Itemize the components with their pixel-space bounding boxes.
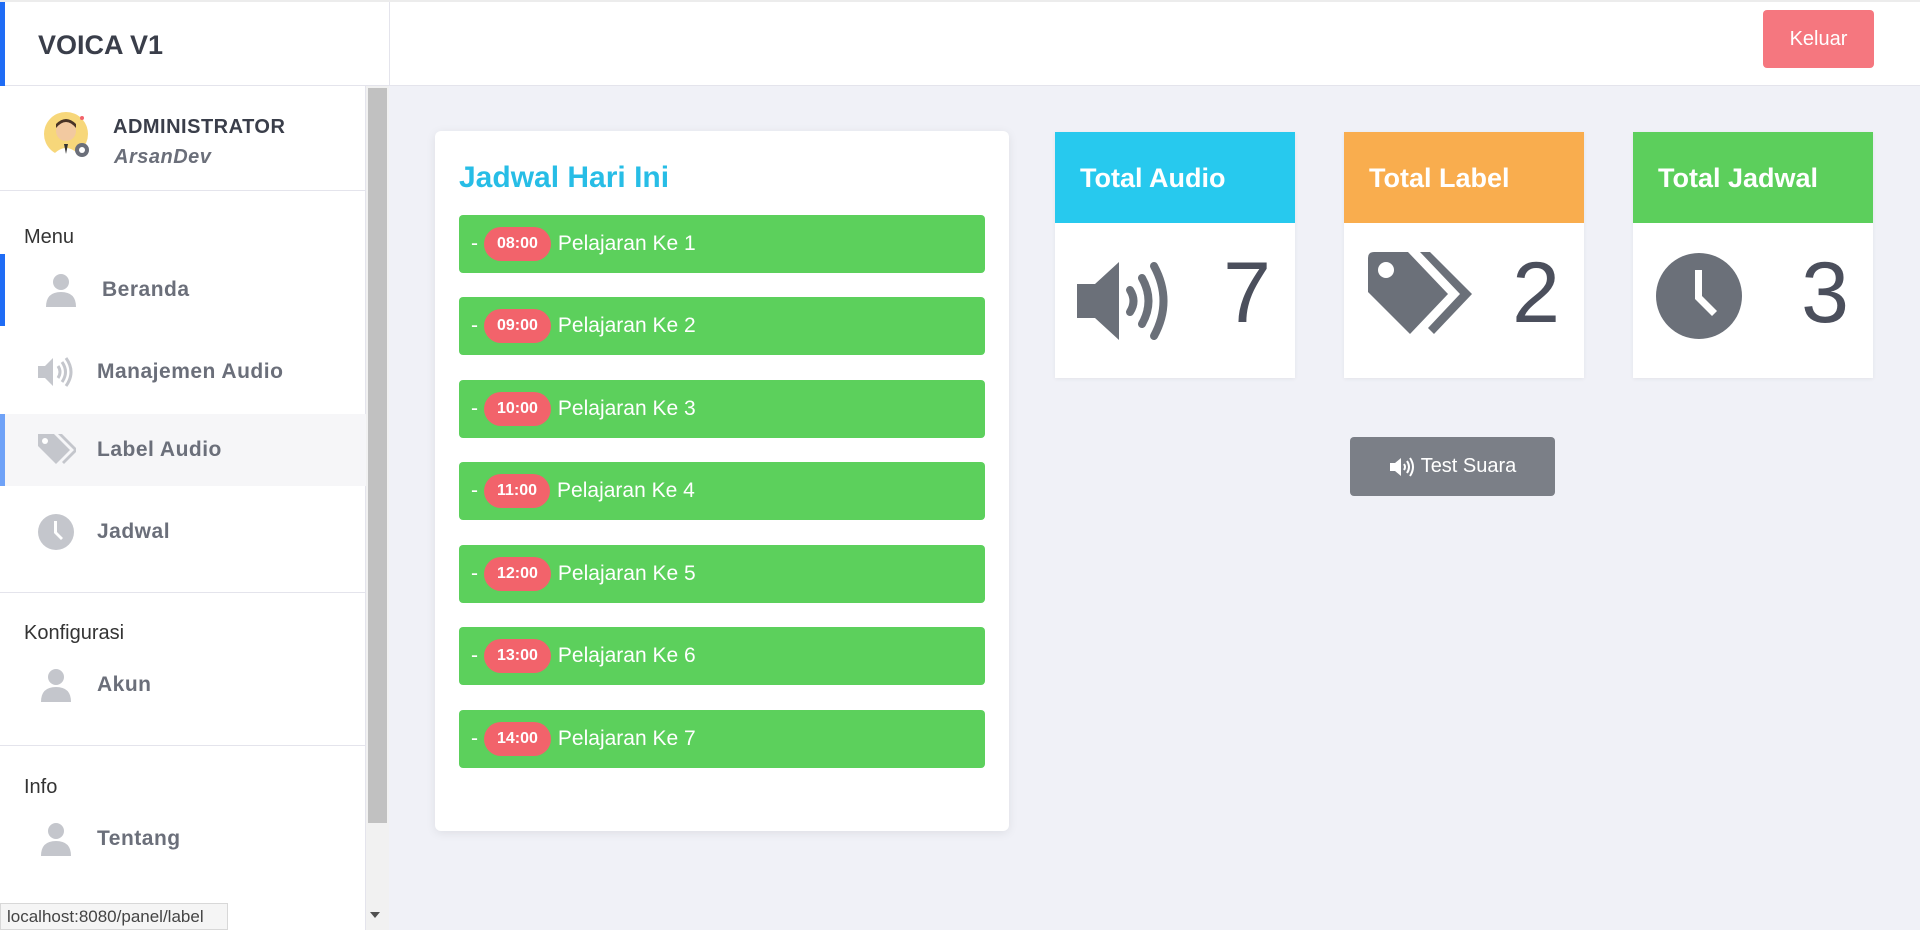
schedule-item[interactable]: - 11:00 Pelajaran Ke 4 bbox=[459, 462, 985, 520]
stat-total-jadwal: Total Jadwal 3 bbox=[1633, 132, 1873, 378]
stat-total-label: Total Label 2 bbox=[1344, 132, 1584, 378]
user-role: ADMINISTRATOR bbox=[113, 116, 286, 138]
schedule-label: Pelajaran Ke 2 bbox=[557, 314, 696, 337]
schedule-item[interactable]: - 13:00 Pelajaran Ke 6 bbox=[459, 627, 985, 685]
sidebar-item-beranda[interactable]: Beranda bbox=[0, 254, 366, 326]
sidebar-item-label: Akun bbox=[97, 673, 152, 696]
schedule-time-badge: 08:00 bbox=[484, 227, 551, 261]
volume-icon bbox=[1077, 262, 1168, 340]
schedule-label: Pelajaran Ke 5 bbox=[557, 562, 696, 585]
stat-title: Total Jadwal bbox=[1633, 132, 1873, 223]
sidebar-item-label: Tentang bbox=[97, 827, 181, 850]
user-profile: ADMINISTRATOR ArsanDev bbox=[0, 86, 366, 191]
app-title: VOICA V1 bbox=[38, 30, 164, 60]
sidebar: ADMINISTRATOR ArsanDev Menu Beranda Mana… bbox=[0, 86, 366, 930]
clock-icon bbox=[38, 514, 74, 550]
schedule-time-badge: 14:00 bbox=[484, 722, 551, 756]
schedule-label: Pelajaran Ke 6 bbox=[557, 644, 696, 667]
schedule-label: Pelajaran Ke 3 bbox=[557, 397, 696, 420]
schedule-dash: - bbox=[471, 727, 478, 750]
sidebar-item-manajemen-audio[interactable]: Manajemen Audio bbox=[0, 336, 366, 408]
schedule-dash: - bbox=[471, 562, 478, 585]
divider bbox=[0, 592, 366, 593]
schedule-dash: - bbox=[471, 314, 478, 337]
schedule-label: Pelajaran Ke 1 bbox=[557, 232, 696, 255]
logout-button[interactable]: Keluar bbox=[1763, 10, 1874, 68]
test-sound-button[interactable]: Test Suara bbox=[1350, 437, 1555, 496]
user-icon bbox=[41, 823, 71, 856]
test-sound-label: Test Suara bbox=[1420, 455, 1517, 477]
sidebar-item-jadwal[interactable]: Jadwal bbox=[0, 496, 366, 568]
stat-value: 3 bbox=[1801, 245, 1849, 341]
schedule-item[interactable]: - 12:00 Pelajaran Ke 5 bbox=[459, 545, 985, 603]
schedule-time-badge: 13:00 bbox=[484, 639, 551, 673]
sidebar-item-label: Manajemen Audio bbox=[97, 360, 284, 383]
schedule-time-badge: 10:00 bbox=[484, 392, 551, 426]
menu-section-title: Menu bbox=[24, 226, 75, 248]
schedule-title: Jadwal Hari Ini bbox=[459, 161, 670, 194]
volume-icon bbox=[1389, 456, 1414, 477]
stat-total-audio: Total Audio 7 bbox=[1055, 132, 1295, 378]
info-section-title: Info bbox=[24, 776, 58, 798]
sidebar-item-label: Jadwal bbox=[97, 520, 171, 543]
sidebar-item-tentang[interactable]: Tentang bbox=[0, 803, 366, 875]
scroll-down-arrow-icon[interactable] bbox=[370, 912, 380, 918]
divider bbox=[0, 745, 366, 746]
stat-title: Total Audio bbox=[1055, 132, 1295, 223]
browser-status-url: localhost:8080/panel/label bbox=[0, 903, 228, 930]
config-section-title: Konfigurasi bbox=[24, 622, 125, 644]
user-icon bbox=[41, 669, 71, 702]
sidebar-scroll-thumb[interactable] bbox=[368, 88, 387, 823]
clock-icon bbox=[1656, 253, 1742, 339]
stat-title: Total Label bbox=[1344, 132, 1584, 223]
stat-value: 2 bbox=[1512, 245, 1560, 341]
brand: VOICA V1 bbox=[0, 2, 390, 86]
schedule-card: Jadwal Hari Ini - 08:00 Pelajaran Ke 1 -… bbox=[435, 131, 1009, 831]
user-icon bbox=[46, 274, 76, 307]
schedule-time-badge: 09:00 bbox=[484, 309, 551, 343]
schedule-dash: - bbox=[471, 479, 478, 502]
schedule-dash: - bbox=[471, 232, 478, 255]
schedule-time-badge: 11:00 bbox=[484, 474, 551, 508]
sidebar-item-akun[interactable]: Akun bbox=[0, 649, 366, 721]
schedule-item[interactable]: - 10:00 Pelajaran Ke 3 bbox=[459, 380, 985, 438]
schedule-item[interactable]: - 14:00 Pelajaran Ke 7 bbox=[459, 710, 985, 768]
schedule-item[interactable]: - 08:00 Pelajaran Ke 1 bbox=[459, 215, 985, 273]
sidebar-item-label: Label Audio bbox=[97, 438, 222, 461]
sidebar-item-label-audio[interactable]: Label Audio bbox=[0, 414, 366, 486]
schedule-dash: - bbox=[471, 397, 478, 420]
stat-value: 7 bbox=[1223, 245, 1271, 341]
schedule-label: Pelajaran Ke 4 bbox=[557, 479, 695, 502]
top-bar: VOICA V1 Keluar bbox=[0, 0, 1920, 86]
username: ArsanDev bbox=[114, 146, 212, 168]
schedule-label: Pelajaran Ke 7 bbox=[557, 727, 696, 750]
sidebar-item-label: Beranda bbox=[102, 278, 190, 301]
avatar bbox=[44, 112, 89, 157]
tags-icon bbox=[1368, 252, 1472, 334]
schedule-dash: - bbox=[471, 644, 478, 667]
volume-icon bbox=[38, 357, 73, 387]
tags-icon bbox=[38, 434, 76, 464]
schedule-time-badge: 12:00 bbox=[484, 557, 551, 591]
schedule-item[interactable]: - 09:00 Pelajaran Ke 2 bbox=[459, 297, 985, 355]
